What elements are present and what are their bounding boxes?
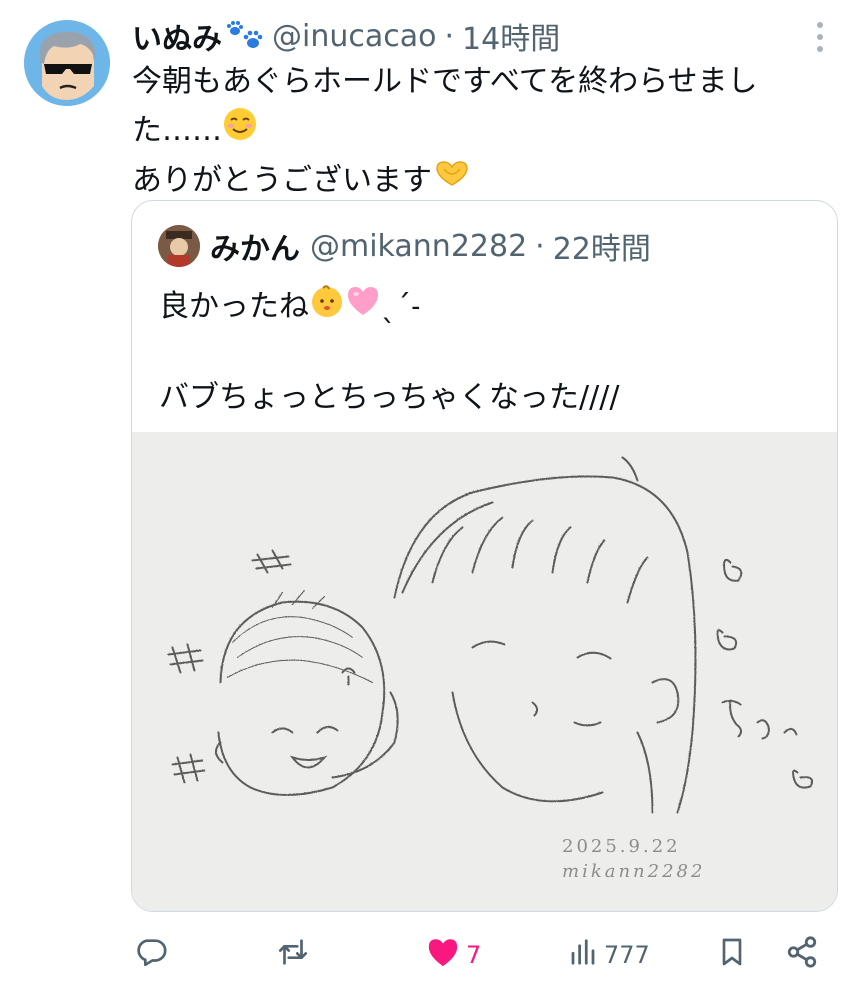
drawing-date: 2025.9.22 bbox=[562, 836, 681, 857]
quoted-tweet-time[interactable]: 22時間 bbox=[553, 224, 651, 268]
author-name[interactable]: いぬみ bbox=[132, 14, 222, 58]
retweet-icon bbox=[276, 935, 310, 975]
pink-heart-icon bbox=[345, 284, 381, 331]
author-avatar-image bbox=[24, 20, 110, 106]
share-button[interactable] bbox=[785, 933, 819, 977]
separator-dot: · bbox=[444, 18, 455, 54]
author-handle[interactable]: @inucacao bbox=[272, 19, 436, 54]
bookmark-icon bbox=[716, 935, 748, 975]
reply-button[interactable] bbox=[134, 933, 168, 977]
tweet-header: いぬみ @inucacao · 14時間 bbox=[132, 14, 560, 58]
quoted-tweet-image[interactable]: 2025.9.22 mikann2282 bbox=[132, 432, 837, 911]
quoted-author-handle[interactable]: @mikann2282 bbox=[310, 229, 527, 264]
quoted-text-line: 良かったね ˎˊ˗ bbox=[159, 283, 819, 332]
quoted-author-avatar-image bbox=[158, 225, 200, 267]
share-icon bbox=[785, 935, 819, 975]
bar-chart-icon bbox=[568, 937, 598, 973]
quoted-tweet[interactable]: みかん @mikann2282 · 22時間 良かったね ˎˊ˗ バブちょっとちっ… bbox=[131, 200, 838, 912]
quoted-text-line bbox=[159, 332, 819, 376]
tweet-text-line: ありがとうございます bbox=[132, 157, 837, 206]
pencil-drawing: 2025.9.22 mikann2282 bbox=[132, 432, 837, 911]
quoted-tweet-header: みかん @mikann2282 · 22時間 bbox=[210, 224, 651, 268]
baby-icon bbox=[309, 283, 345, 332]
tweet-text-line: た…… bbox=[132, 106, 837, 157]
tweet-time[interactable]: 14時間 bbox=[462, 14, 560, 58]
author-avatar[interactable] bbox=[24, 20, 110, 106]
tweet-text-line: 今朝もあぐらホールドですべてを終わらせまし bbox=[132, 64, 758, 99]
views-button[interactable]: 777 bbox=[568, 933, 650, 977]
quoted-text-fragment: 良かったね bbox=[159, 289, 309, 324]
views-count: 777 bbox=[604, 941, 650, 969]
like-button[interactable]: 7 bbox=[426, 933, 481, 977]
quoted-author-name[interactable]: みかん bbox=[210, 224, 300, 268]
separator-dot: · bbox=[535, 228, 545, 264]
tweet-text-fragment: ありがとうございます bbox=[132, 163, 432, 198]
tweet-text-fragment: た…… bbox=[132, 113, 222, 148]
bookmark-button[interactable] bbox=[716, 933, 748, 977]
drawing-signature: mikann2282 bbox=[562, 861, 705, 882]
tweet-action-bar: 7 777 bbox=[0, 925, 864, 985]
more-options-icon[interactable] bbox=[808, 22, 832, 52]
like-count: 7 bbox=[466, 941, 482, 969]
quoted-author-avatar[interactable] bbox=[158, 225, 200, 267]
heart-hands-icon bbox=[432, 157, 472, 206]
quoted-text-fragment: ˎˊ˗ bbox=[381, 289, 421, 324]
retweet-button[interactable] bbox=[276, 933, 310, 977]
smiling-face-icon bbox=[222, 106, 258, 157]
quoted-text-line: バブちょっとちっちゃくなった//// bbox=[159, 380, 620, 415]
reply-icon bbox=[134, 935, 168, 975]
heart-icon bbox=[426, 936, 460, 974]
paw-prints-icon bbox=[226, 21, 266, 51]
tweet-text: 今朝もあぐらホールドですべてを終わらせまし た…… ありがとうございます bbox=[132, 58, 837, 206]
quoted-tweet-text: 良かったね ˎˊ˗ バブちょっとちっちゃくなった//// bbox=[159, 283, 819, 420]
